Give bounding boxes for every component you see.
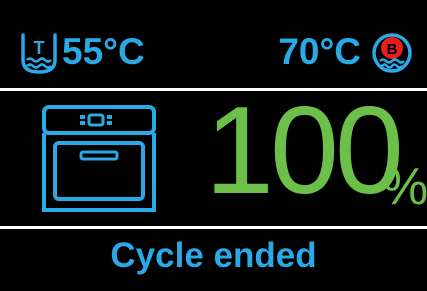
tap-water-temperature-icon: T bbox=[18, 30, 60, 74]
temperature-bar: T 55°C 70°C B bbox=[0, 0, 427, 86]
progress-unit: % bbox=[382, 158, 427, 216]
right-temperature-value: 70°C bbox=[278, 30, 361, 72]
water-temperature: 70°C B bbox=[278, 26, 413, 76]
progress-readout: 100 % bbox=[205, 89, 427, 220]
progress-value: 100 bbox=[205, 82, 404, 220]
cycle-status: Cycle ended bbox=[110, 236, 317, 275]
boil-icon-letter: B bbox=[387, 41, 398, 58]
tap-icon-letter: T bbox=[34, 38, 45, 58]
dishwasher-display: T 55°C 70°C B 100 % Cycle ended bbox=[0, 0, 427, 291]
dishwasher-icon bbox=[38, 104, 160, 216]
inlet-temperature: T 55°C bbox=[18, 26, 145, 76]
boiling-water-icon: B bbox=[371, 30, 413, 73]
bottom-divider bbox=[0, 226, 427, 229]
left-temperature-value: 55°C bbox=[62, 30, 145, 72]
